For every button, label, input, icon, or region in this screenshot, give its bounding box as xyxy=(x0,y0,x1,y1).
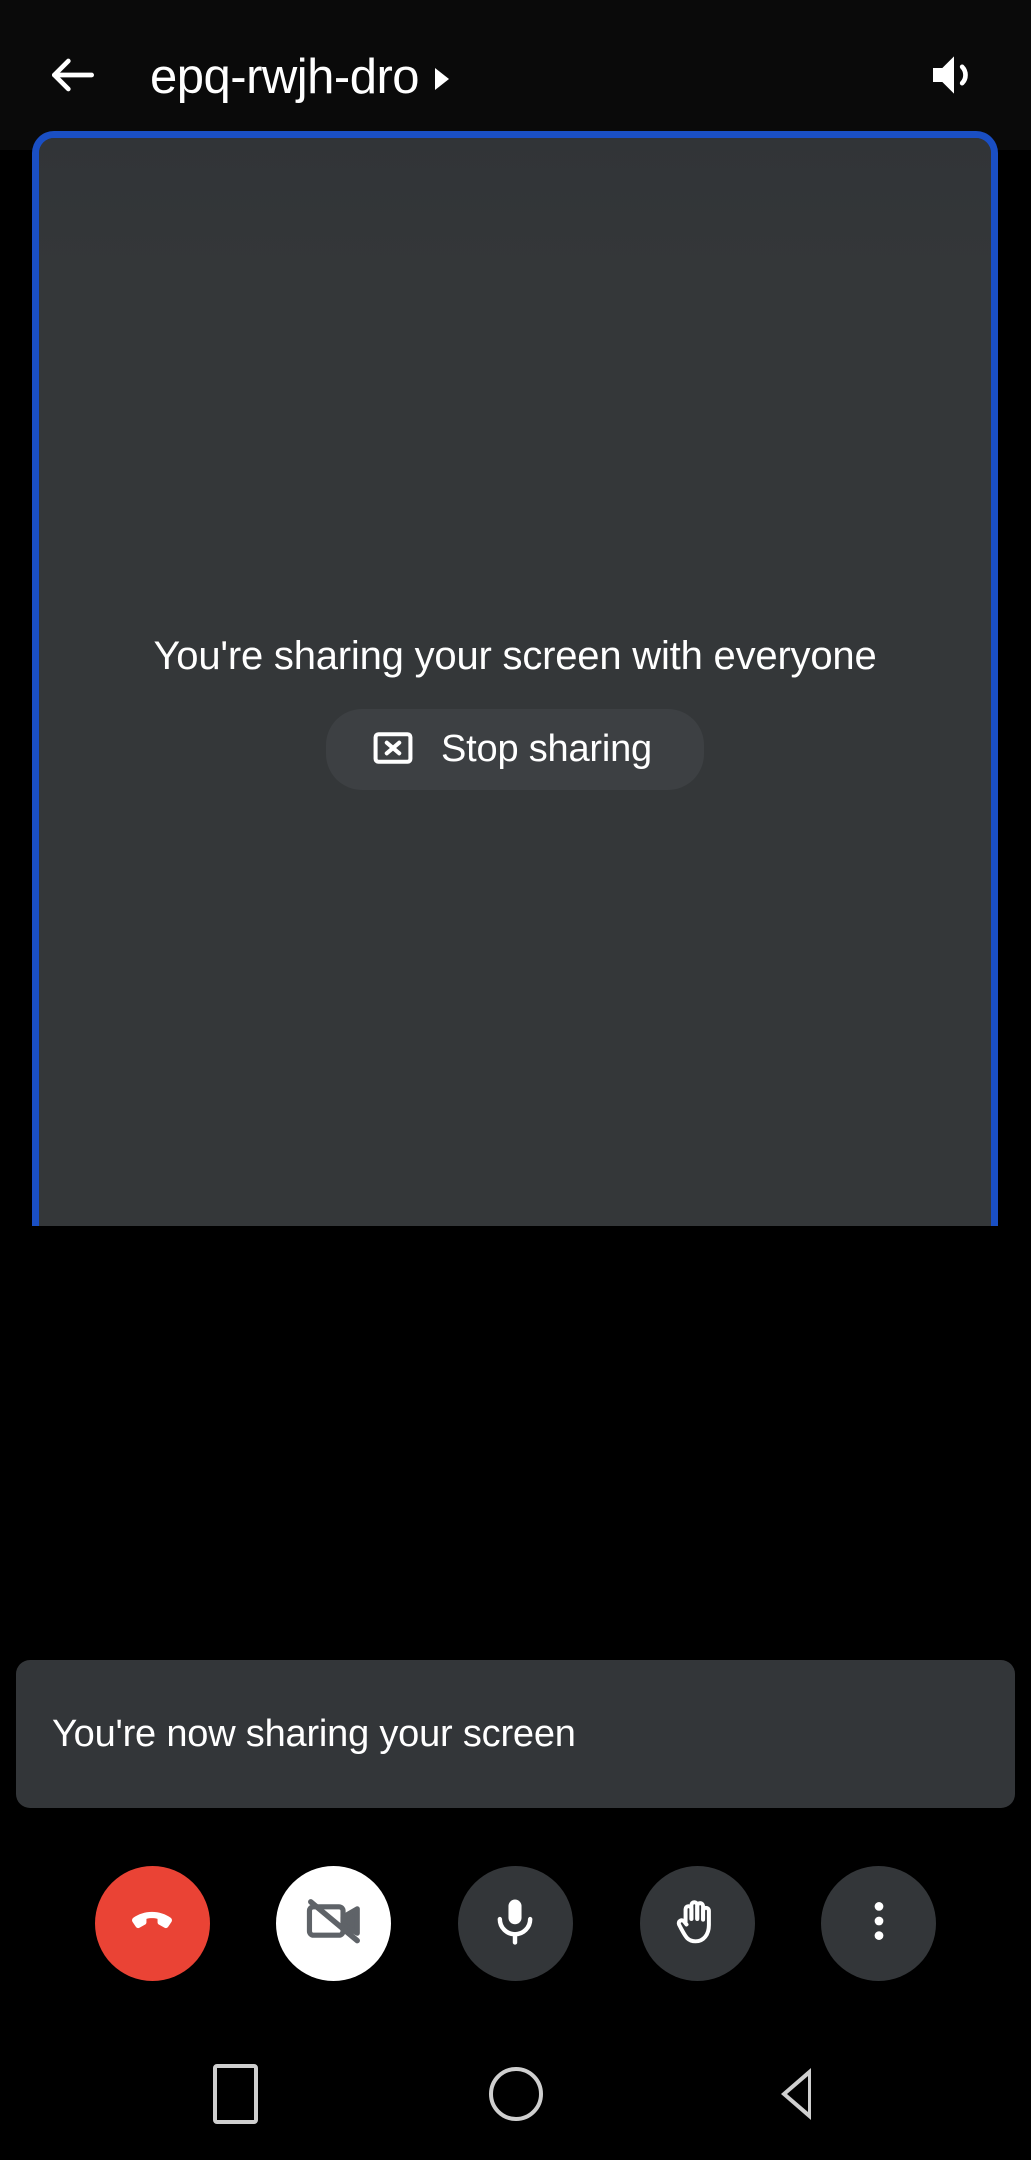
android-nav-bar xyxy=(0,2028,1031,2160)
video-camera-off-icon xyxy=(303,1890,365,1957)
nav-back-button[interactable] xyxy=(751,2049,841,2139)
google-meet-screen: epq-rwjh-dro You're sharing your screen … xyxy=(0,0,1031,2160)
speaker-button[interactable] xyxy=(917,40,991,114)
more-options-button[interactable] xyxy=(821,1865,937,1981)
circle-icon xyxy=(488,2067,543,2121)
stop-sharing-button[interactable]: Stop sharing xyxy=(326,709,704,790)
triangle-left-icon xyxy=(780,2068,811,2120)
caret-right-icon xyxy=(435,67,450,90)
stop-screen-share-icon xyxy=(371,726,415,773)
camera-toggle-button[interactable] xyxy=(276,1865,392,1981)
square-icon xyxy=(213,2064,258,2124)
end-call-button[interactable] xyxy=(94,1865,210,1981)
speaker-volume-icon xyxy=(926,47,982,108)
call-controls-bar xyxy=(0,1838,1031,2008)
back-button[interactable] xyxy=(38,42,108,112)
raised-hand-icon xyxy=(669,1893,725,1954)
meeting-title-button[interactable]: epq-rwjh-dro xyxy=(150,38,450,116)
meeting-code: epq-rwjh-dro xyxy=(150,49,420,104)
nav-recents-button[interactable] xyxy=(191,2049,281,2139)
microphone-icon xyxy=(487,1893,543,1954)
shared-screen-content: You're sharing your screen with everyone… xyxy=(39,138,991,1226)
sharing-status-text: You're sharing your screen with everyone xyxy=(153,634,877,678)
shared-screen-stage: You're sharing your screen with everyone… xyxy=(32,131,998,1226)
microphone-toggle-button[interactable] xyxy=(457,1865,573,1981)
phone-hangup-icon xyxy=(123,1892,181,1955)
more-vertical-icon xyxy=(854,1896,904,1951)
arrow-left-icon xyxy=(45,47,101,108)
stop-sharing-label: Stop sharing xyxy=(441,728,652,770)
nav-home-button[interactable] xyxy=(471,2049,561,2139)
raise-hand-button[interactable] xyxy=(639,1865,755,1981)
app-header: epq-rwjh-dro xyxy=(0,0,1031,150)
sharing-toast: You're now sharing your screen xyxy=(16,1660,1015,1808)
toast-message: You're now sharing your screen xyxy=(52,1712,576,1755)
